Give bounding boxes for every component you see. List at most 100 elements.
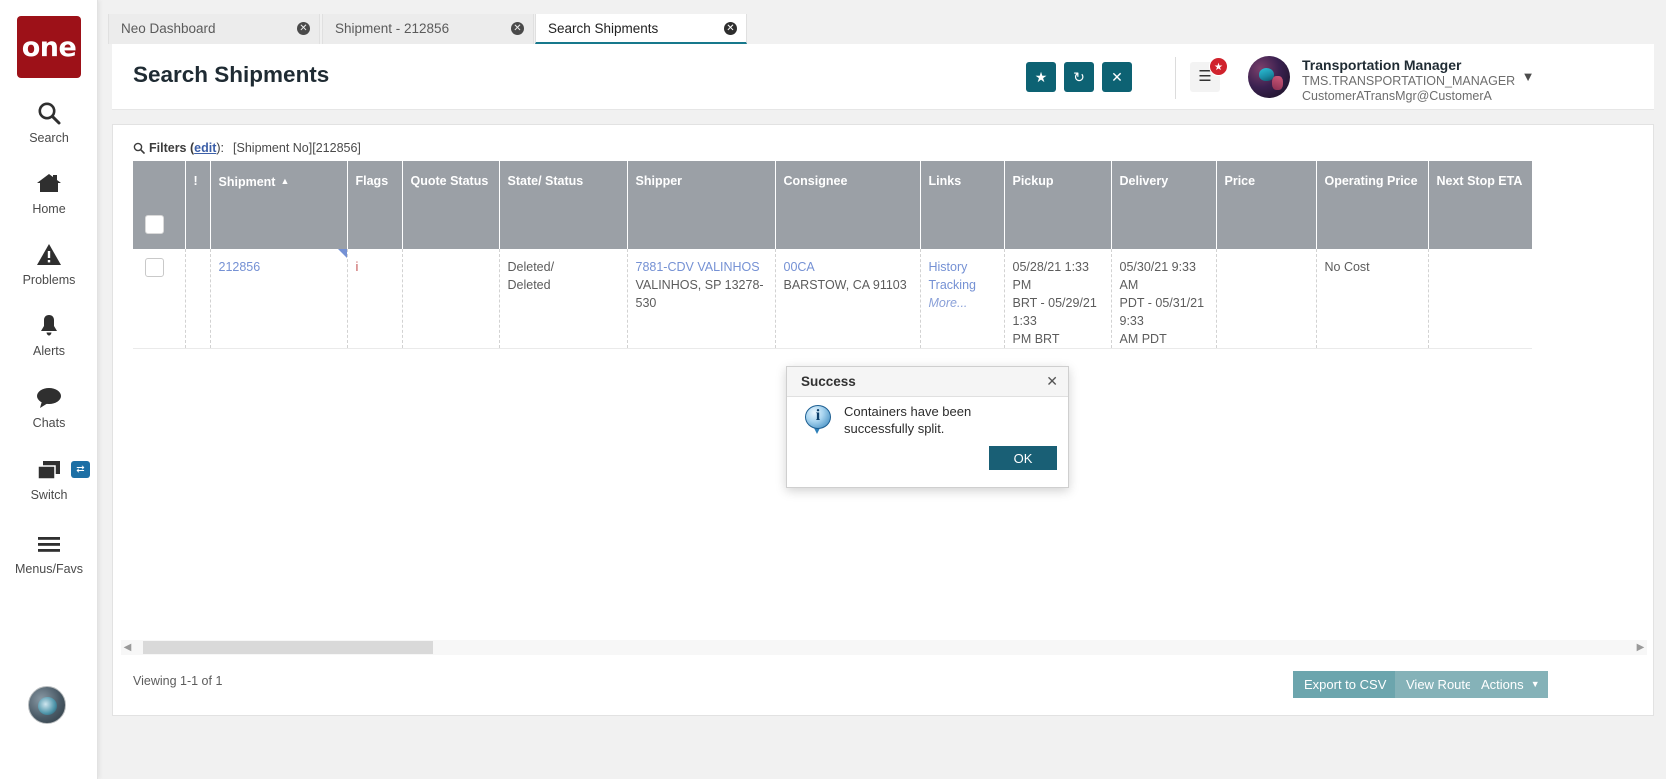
ok-button[interactable]: OK (989, 446, 1057, 470)
tab-search-shipments[interactable]: Search Shipments ✕ (535, 14, 747, 44)
close-icon[interactable]: ✕ (297, 22, 310, 35)
column-header-select-all[interactable] (133, 161, 186, 249)
shipper-address: VALINHOS, SP 13278-530 (635, 278, 764, 310)
close-icon[interactable]: ✕ (511, 22, 524, 35)
scrollbar-thumb[interactable] (143, 641, 433, 654)
more-links[interactable]: More... (929, 294, 996, 312)
favorite-button[interactable]: ★ (1026, 62, 1056, 92)
dialog-title-bar: Success ✕ (787, 367, 1068, 397)
column-header-operating-price[interactable]: Operating Price (1316, 161, 1429, 249)
sidebar-item-search[interactable]: Search (0, 96, 98, 145)
sort-asc-icon: ▲ (280, 176, 290, 186)
shipper-link[interactable]: 7881-CDV VALINHOS (636, 258, 767, 276)
sidebar-item-alerts[interactable]: Alerts (0, 309, 98, 358)
cell-note-corner-icon (337, 249, 347, 258)
header-divider (1175, 57, 1176, 99)
filters-edit-link[interactable]: edit (194, 141, 216, 155)
column-header-consignee[interactable]: Consignee (775, 161, 921, 249)
sidebar-item-home[interactable]: Home (0, 167, 98, 216)
user-avatar[interactable] (1248, 56, 1290, 98)
row-select-cell[interactable] (133, 249, 186, 349)
tab-neo-dashboard[interactable]: Neo Dashboard ✕ (108, 14, 320, 44)
cell-flags: i (347, 249, 403, 349)
horizontal-scrollbar[interactable]: ◀ ▶ (121, 640, 1647, 655)
sidebar-item-label: Chats (32, 416, 66, 430)
cell-shipment[interactable]: 212856 (210, 249, 348, 349)
tab-strip: Neo Dashboard ✕ Shipment - 212856 ✕ Sear… (98, 0, 1666, 44)
cell-operating-price: No Cost (1316, 249, 1429, 349)
state-line-2: Deleted (507, 278, 551, 292)
cell-consignee: 00CA BARSTOW, CA 91103 (775, 249, 921, 349)
column-header-shipment[interactable]: Shipment ▲ (210, 161, 348, 249)
refresh-button[interactable]: ↻ (1064, 62, 1094, 92)
export-to-csv-button[interactable]: Export to CSV (1293, 671, 1398, 698)
select-all-checkbox[interactable] (145, 215, 165, 234)
sidebar-item-menus-favs[interactable]: Menus/Favs (0, 527, 98, 576)
column-header-price[interactable]: Price (1216, 161, 1317, 249)
shipment-link[interactable]: 212856 (219, 260, 261, 274)
app-logo[interactable]: one (17, 16, 81, 78)
shipments-table: ! Shipment ▲ Flags Quote Status State/ St… (133, 161, 1532, 349)
cell-links: History Tracking More... (920, 249, 1005, 349)
avatar[interactable] (28, 686, 66, 724)
star-icon: ★ (1034, 69, 1048, 85)
sidebar-item-label: Home (32, 202, 66, 216)
user-id: TMS.TRANSPORTATION_MANAGER (1302, 74, 1516, 88)
refresh-icon: ↻ (1073, 69, 1085, 85)
cell-next-stop-eta (1428, 249, 1532, 349)
chevron-down-icon: ▼ (1530, 679, 1540, 689)
column-header-state-status[interactable]: State/ Status (499, 161, 628, 249)
switch-badge-icon[interactable]: ⇄ (71, 461, 90, 478)
scroll-left-arrow-icon[interactable]: ◀ (121, 640, 134, 655)
user-name: Transportation Manager (1302, 57, 1462, 73)
close-page-button[interactable]: ✕ (1102, 62, 1132, 92)
info-icon: i (805, 405, 833, 434)
history-link[interactable]: History (929, 258, 996, 276)
tab-label: Search Shipments (548, 21, 659, 36)
close-icon[interactable]: ✕ (724, 22, 737, 35)
column-header-next-stop-eta[interactable]: Next Stop ETA (1428, 161, 1532, 249)
sidebar-item-label: Alerts (33, 344, 65, 358)
info-icon-glyph: i (815, 407, 821, 424)
table-row[interactable]: 212856 i Deleted/ Deleted 7881-CDV VALIN… (133, 249, 1532, 349)
dialog-message: Containers have been successfully split. (844, 404, 972, 436)
cell-price (1216, 249, 1317, 349)
pickup-line-1: 05/28/21 1:33 PM (1012, 260, 1089, 292)
close-icon[interactable]: ✕ (1046, 373, 1058, 389)
left-nav-rail: one Search Home Problems Alerts Chats Sw… (0, 0, 98, 779)
actions-label: Actions (1481, 677, 1524, 692)
delivery-line-3: AM PDT (1119, 332, 1167, 346)
delivery-line-1: 05/30/21 9:33 AM (1119, 260, 1196, 292)
row-checkbox[interactable] (145, 258, 165, 278)
pickup-line-2: BRT - 05/29/21 1:33 (1012, 296, 1097, 328)
sidebar-item-problems[interactable]: Problems (0, 238, 98, 287)
main-area: Neo Dashboard ✕ Shipment - 212856 ✕ Sear… (98, 0, 1666, 779)
tab-label: Neo Dashboard (121, 21, 216, 36)
warning-icon (0, 238, 98, 272)
filters-value: [Shipment No][212856] (233, 141, 361, 155)
column-header-pickup[interactable]: Pickup (1004, 161, 1112, 249)
tab-shipment-212856[interactable]: Shipment - 212856 ✕ (322, 14, 534, 44)
column-header-delivery[interactable]: Delivery (1111, 161, 1217, 249)
user-menu-chevron-down-icon[interactable]: ▼ (1513, 62, 1543, 92)
column-header-shipper[interactable]: Shipper (627, 161, 776, 249)
column-header-bang[interactable]: ! (185, 161, 211, 249)
column-header-quote-status[interactable]: Quote Status (402, 161, 500, 249)
consignee-link[interactable]: 00CA (784, 258, 912, 276)
user-email: CustomerATransMgr@CustomerA (1302, 89, 1492, 103)
sidebar-item-label: Switch (30, 488, 68, 502)
bell-icon (0, 309, 98, 343)
delivery-line-2: PDT - 05/31/21 9:33 (1119, 296, 1205, 328)
column-header-links[interactable]: Links (920, 161, 1005, 249)
sidebar-item-chats[interactable]: Chats (0, 381, 98, 430)
column-header-flags[interactable]: Flags (347, 161, 403, 249)
actions-button[interactable]: Actions ▼ (1470, 671, 1548, 698)
cell-delivery: 05/30/21 9:33 AM PDT - 05/31/21 9:33 AM … (1111, 249, 1217, 349)
tab-label: Shipment - 212856 (335, 21, 450, 36)
success-dialog: Success ✕ i Containers have been success… (786, 366, 1069, 488)
scroll-right-arrow-icon[interactable]: ▶ (1634, 640, 1647, 655)
home-icon (0, 167, 98, 201)
sidebar-item-label: Problems (22, 273, 76, 287)
tracking-link[interactable]: Tracking (929, 276, 996, 294)
record-count-label: Viewing 1-1 of 1 (133, 674, 223, 688)
